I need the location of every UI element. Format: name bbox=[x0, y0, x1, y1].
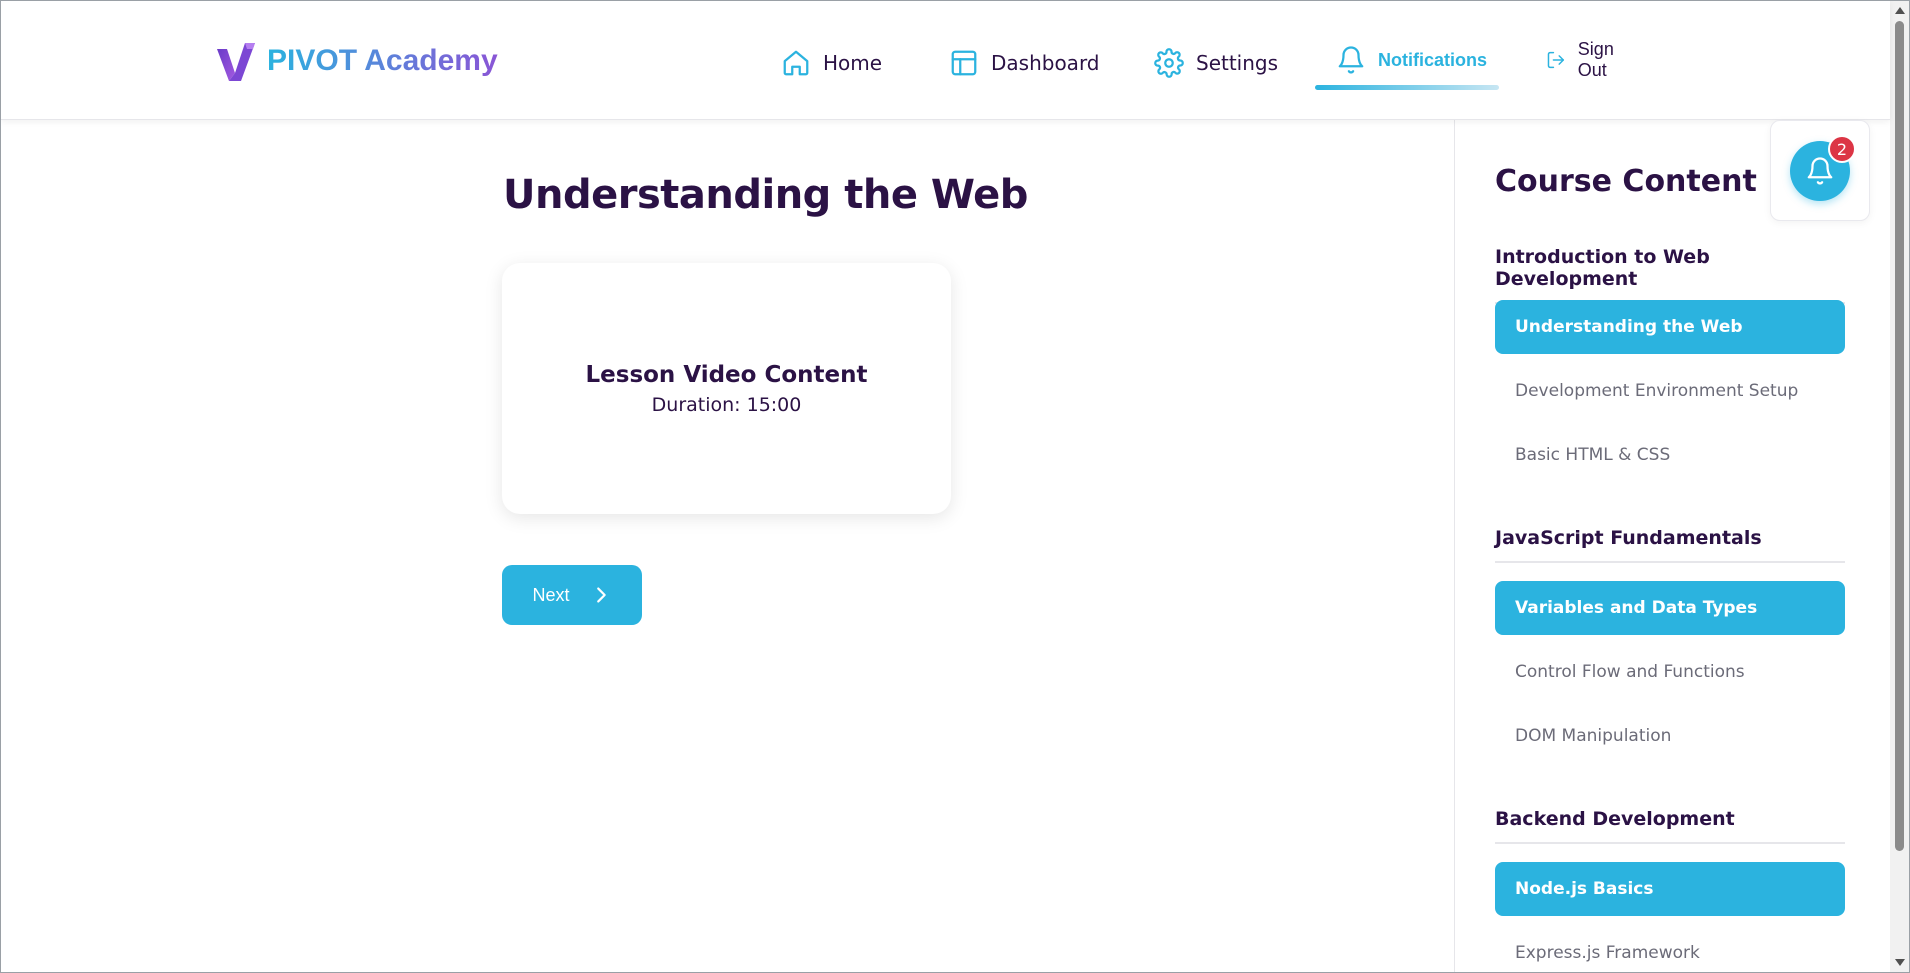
active-nav-indicator bbox=[1315, 85, 1499, 90]
brand-name: PIVOT Academy bbox=[267, 44, 498, 77]
lesson-item-expressjs-framework[interactable]: Express.js Framework bbox=[1495, 926, 1845, 973]
gear-icon bbox=[1154, 48, 1184, 78]
video-title: Lesson Video Content bbox=[585, 361, 868, 388]
nav-home[interactable]: Home bbox=[781, 41, 882, 85]
lesson-item-understanding-the-web[interactable]: Understanding the Web bbox=[1495, 300, 1845, 354]
lesson-item-control-flow-and-functions[interactable]: Control Flow and Functions bbox=[1495, 645, 1845, 699]
course-content-sidebar: Course Content Introduction to Web Devel… bbox=[1454, 120, 1890, 973]
lesson-video-card[interactable]: Lesson Video Content Duration: 15:00 bbox=[502, 263, 951, 514]
nav-settings-label: Settings bbox=[1196, 51, 1279, 75]
next-button-label: Next bbox=[532, 584, 570, 605]
home-icon bbox=[783, 50, 809, 76]
scroll-down-arrow-icon[interactable] bbox=[1895, 959, 1905, 966]
nav-home-label: Home bbox=[823, 51, 883, 75]
nav-dashboard[interactable]: Dashboard bbox=[949, 41, 1100, 85]
top-navbar: PIVOT Academy Home Dashboard Settings No… bbox=[1, 1, 1890, 120]
chevron-right-icon bbox=[596, 587, 606, 603]
lesson-title: Understanding the Web bbox=[503, 172, 1028, 218]
pivot-logo-icon bbox=[217, 43, 255, 81]
scroll-up-arrow-icon[interactable] bbox=[1895, 7, 1905, 14]
lesson-item-development-environment-setup[interactable]: Development Environment Setup bbox=[1495, 364, 1845, 418]
nav-notifications-label: Notifications bbox=[1378, 49, 1488, 70]
section-heading: Backend Development bbox=[1495, 808, 1845, 844]
nav-settings[interactable]: Settings bbox=[1154, 41, 1278, 85]
section-heading: JavaScript Fundamentals bbox=[1495, 527, 1845, 563]
lesson-item-nodejs-basics[interactable]: Node.js Basics bbox=[1495, 862, 1845, 916]
nav-dashboard-label: Dashboard bbox=[991, 51, 1100, 75]
dashboard-icon bbox=[951, 50, 977, 76]
notification-widget: 2 bbox=[1770, 120, 1870, 221]
nav-notifications[interactable]: Notifications bbox=[1336, 38, 1487, 82]
lesson-item-variables-and-data-types[interactable]: Variables and Data Types bbox=[1495, 581, 1845, 635]
section-heading: Introduction to Web Development bbox=[1495, 246, 1845, 304]
sign-out-icon bbox=[1547, 51, 1565, 69]
lesson-item-dom-manipulation[interactable]: DOM Manipulation bbox=[1495, 709, 1845, 763]
next-button[interactable]: Next bbox=[502, 565, 642, 625]
nav-sign-out-label: Sign Out bbox=[1577, 39, 1614, 80]
nav-sign-out[interactable]: Sign Out bbox=[1546, 38, 1624, 82]
sidebar-title: Course Content bbox=[1495, 164, 1757, 199]
brand[interactable]: PIVOT Academy bbox=[215, 39, 498, 83]
scrollbar-thumb[interactable] bbox=[1895, 21, 1904, 851]
lesson-item-basic-html-css[interactable]: Basic HTML & CSS bbox=[1495, 428, 1845, 482]
video-duration: Duration: 15:00 bbox=[651, 393, 802, 416]
bell-icon bbox=[1807, 157, 1833, 185]
bell-icon bbox=[1338, 46, 1364, 74]
page-scrollbar[interactable] bbox=[1890, 1, 1909, 972]
notification-count-badge: 2 bbox=[1828, 135, 1856, 163]
